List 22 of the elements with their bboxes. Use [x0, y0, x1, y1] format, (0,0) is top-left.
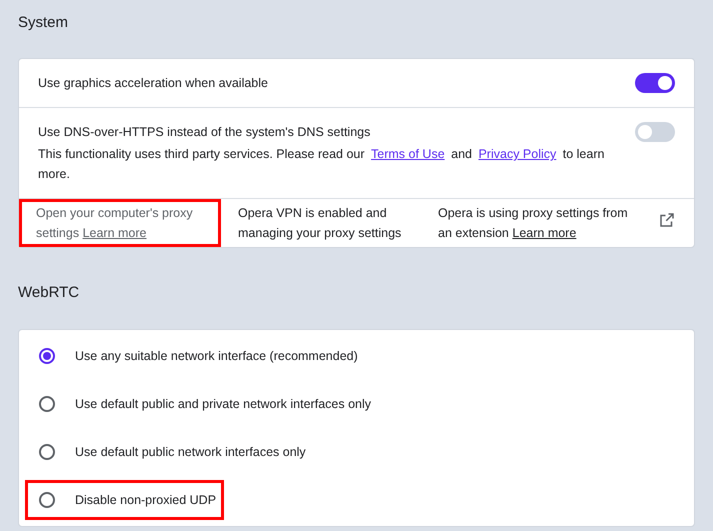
learn-more-link[interactable]: Learn more: [512, 226, 576, 240]
section-title: WebRTC: [18, 284, 80, 301]
radio-option[interactable]: Use any suitable network interface (recommended): [25, 336, 366, 376]
toggle-switch[interactable]: [635, 73, 675, 93]
proxy-status: Opera VPN is enabled and managing your proxy settings: [237, 205, 402, 242]
link[interactable]: Terms of Use: [371, 147, 445, 161]
radio-indicator[interactable]: [39, 444, 55, 460]
radio-option[interactable]: Use default public network interfaces only: [25, 432, 314, 472]
radio-indicator[interactable]: [39, 396, 55, 412]
radio-option[interactable]: Use default public and private network interfaces only: [25, 384, 379, 424]
proxy-status: Open your computer's proxy settings Learn more: [19, 199, 221, 247]
link[interactable]: Privacy Policy: [478, 147, 556, 161]
radio-indicator[interactable]: [39, 492, 55, 508]
radio-indicator[interactable]: [39, 348, 55, 364]
setting-label: Use graphics acceleration when available: [38, 75, 269, 92]
toggle-switch[interactable]: [635, 122, 675, 142]
external-link-icon[interactable]: [658, 211, 676, 229]
radio-option[interactable]: Disable non-proxied UDP: [25, 480, 224, 520]
proxy-status: Opera is using proxy settings from an extension Learn more: [437, 205, 629, 242]
setting-description: This functionality uses third party services. Please read our Terms of Use and Privacy Policy to learn more.: [38, 146, 606, 183]
setting-label: Use DNS-over-HTTPS instead of the system's DNS settings: [38, 124, 372, 141]
section-title: System: [18, 13, 70, 33]
